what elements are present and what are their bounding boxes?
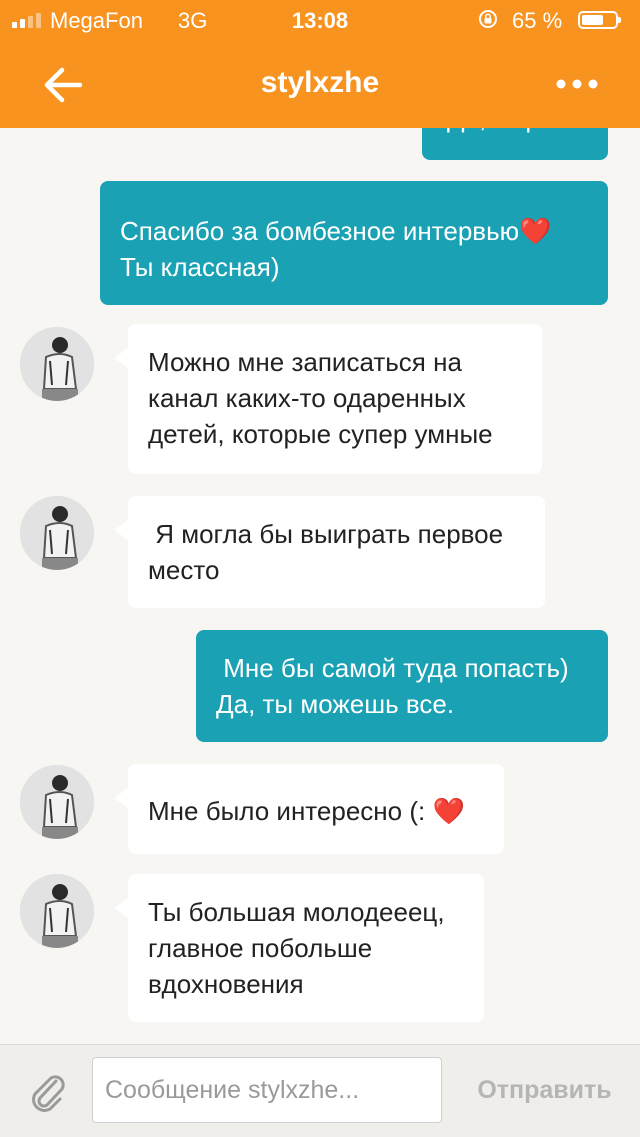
message-text: Мне было интересно (: ❤️ — [148, 796, 465, 826]
battery-icon — [578, 11, 621, 29]
paperclip-icon[interactable] — [26, 1067, 70, 1115]
message-list[interactable]: Да, Верлин Спасибо за бомбезное интервью… — [0, 128, 640, 1044]
contact-avatar[interactable] — [20, 496, 94, 570]
message-text: Спасибо за бомбезное интервью❤️ — [120, 216, 552, 246]
incoming-message[interactable]: Ты большая молодееец, главное побольше в… — [114, 874, 484, 1022]
message-text: детей, которые супер умные — [148, 419, 493, 449]
outgoing-message[interactable]: Спасибо за бомбезное интервью❤️ Ты класс… — [100, 181, 608, 305]
avatar-photo — [20, 327, 94, 401]
chat-title: stylxzhe — [260, 66, 380, 99]
message-text: место — [148, 555, 220, 585]
app-header: MegaFon 3G 13:08 65 % stylxzhe — [0, 0, 640, 128]
contact-avatar[interactable] — [20, 874, 94, 948]
battery-percent: 65 % — [512, 8, 563, 33]
more-dots-icon[interactable] — [555, 72, 599, 96]
send-button[interactable]: Отправить — [462, 1057, 627, 1123]
message-input[interactable] — [92, 1057, 442, 1123]
rotation-lock-icon — [479, 10, 497, 28]
outgoing-message[interactable]: Мне бы самой туда попасть) Да, ты можешь… — [196, 630, 608, 742]
composer-bar: Отправить — [0, 1044, 640, 1137]
message-text: вдохновения — [148, 969, 304, 999]
message-text: Да, ты можешь все. — [216, 689, 455, 719]
contact-avatar[interactable] — [20, 765, 94, 839]
outgoing-message[interactable]: Да, Верлин — [422, 128, 608, 160]
message-text: главное побольше — [148, 933, 373, 963]
status-bar: MegaFon 3G 13:08 65 % — [0, 0, 640, 40]
incoming-message[interactable]: Я могла бы выиграть первое место — [114, 496, 545, 608]
contact-avatar[interactable] — [20, 327, 94, 401]
incoming-message[interactable]: Мне было интересно (: ❤️ — [114, 764, 504, 854]
message-text: Я могла бы выиграть первое — [148, 519, 504, 549]
incoming-message[interactable]: Можно мне записаться на канал каких-то о… — [114, 324, 542, 474]
message-text: Ты большая молодееец, — [148, 897, 445, 927]
message-text: Можно мне записаться на — [148, 347, 462, 377]
battery-fill — [582, 15, 603, 25]
avatar-photo — [20, 765, 94, 839]
message-text: канал каких-то одаренных — [148, 383, 466, 413]
message-text: Ты классная) — [120, 252, 280, 282]
message-text: Да, Верлин — [422, 128, 608, 136]
message-text: Мне бы самой туда попасть) — [216, 653, 569, 683]
avatar-photo — [20, 874, 94, 948]
avatar-photo — [20, 496, 94, 570]
